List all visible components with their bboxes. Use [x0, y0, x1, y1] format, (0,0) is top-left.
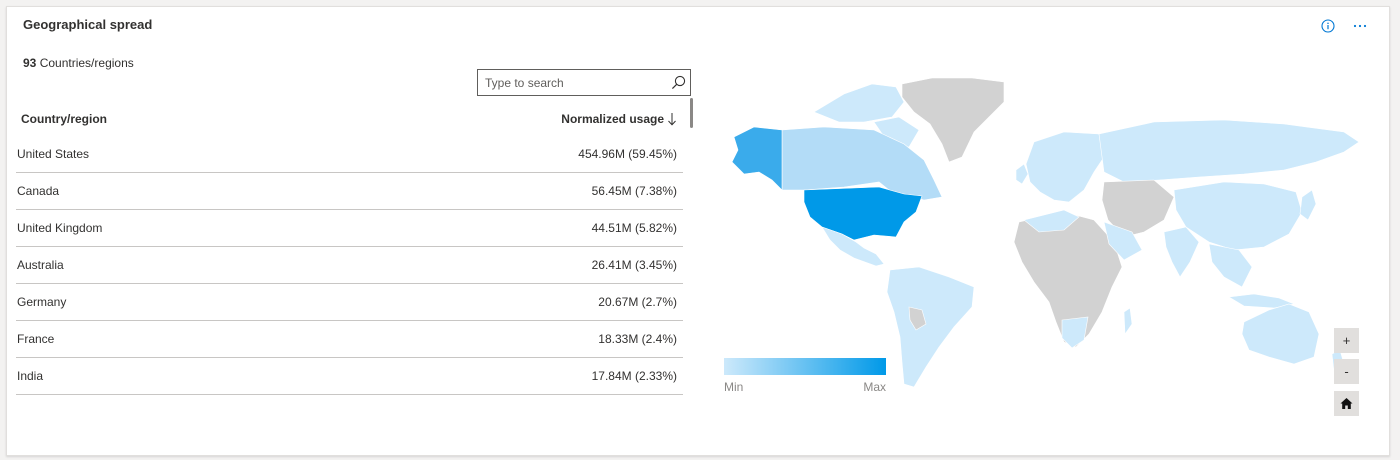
map-region-australia[interactable]	[1241, 303, 1320, 365]
row-usage: 26.41M (3.45%)	[591, 258, 677, 272]
row-usage: 56.45M (7.38%)	[591, 184, 677, 198]
legend-max-label: Max	[863, 380, 886, 394]
arrow-down-icon	[668, 113, 676, 126]
column-header-usage[interactable]: Normalized usage	[561, 112, 677, 126]
legend-gradient	[724, 358, 886, 375]
home-icon	[1340, 398, 1353, 409]
row-usage: 18.33M (2.4%)	[598, 332, 677, 346]
table-body: United States 454.96M (59.45%) Canada 56.45…	[16, 136, 683, 395]
row-usage: 20.67M (2.7%)	[598, 295, 677, 309]
country-usage-table: Country/region Normalized usage United S…	[16, 102, 683, 395]
map-region-arctic-islands[interactable]	[813, 83, 905, 123]
row-country: United Kingdom	[17, 221, 103, 235]
legend-min-label: Min	[724, 380, 744, 394]
search-input[interactable]	[478, 70, 666, 95]
row-usage: 17.84M (2.33%)	[591, 369, 677, 383]
column-header-country[interactable]: Country/region	[21, 112, 107, 126]
row-country: Germany	[17, 295, 67, 309]
countries-count: 93 Countries/regions	[23, 56, 134, 70]
legend-labels: Min Max	[724, 380, 886, 394]
row-country: France	[17, 332, 55, 346]
row-country: Canada	[17, 184, 60, 198]
row-usage: 454.96M (59.45%)	[578, 147, 677, 161]
map-region-south-america[interactable]	[886, 266, 975, 388]
table-row[interactable]: Canada 56.45M (7.38%)	[16, 173, 683, 210]
info-icon[interactable]	[1321, 19, 1335, 33]
countries-count-label: Countries/regions	[39, 56, 134, 70]
countries-count-value: 93	[23, 56, 37, 70]
map-region-southeast-asia[interactable]	[1208, 243, 1253, 288]
header-actions	[1321, 19, 1367, 33]
zoom-home-button[interactable]	[1334, 391, 1359, 416]
row-country: Australia	[17, 258, 64, 272]
map-region-south-africa[interactable]	[1061, 316, 1089, 349]
row-country: United States	[17, 147, 90, 161]
map-region-japan[interactable]	[1299, 189, 1317, 221]
map-region-russia[interactable]	[1098, 119, 1360, 183]
table-row[interactable]: France 18.33M (2.4%)	[16, 321, 683, 358]
table-row[interactable]: United Kingdom 44.51M (5.82%)	[16, 210, 683, 247]
more-horizontal-icon[interactable]	[1353, 19, 1367, 33]
map-region-alaska[interactable]	[731, 126, 783, 191]
map-region-madagascar[interactable]	[1123, 307, 1133, 335]
map-region-united-states[interactable]	[803, 186, 923, 241]
table-row[interactable]: United States 454.96M (59.45%)	[16, 136, 683, 173]
table-row[interactable]: Australia 26.41M (3.45%)	[16, 247, 683, 284]
search-icon[interactable]	[666, 71, 690, 95]
table-header: Country/region Normalized usage	[16, 102, 683, 136]
column-header-usage-label: Normalized usage	[561, 112, 664, 126]
map-region-uk[interactable]	[1015, 163, 1029, 185]
zoom-out-button[interactable]: -	[1334, 359, 1359, 384]
widget-title: Geographical spread	[23, 17, 153, 32]
row-country: India	[17, 369, 44, 383]
map-legend: Min Max	[724, 358, 886, 394]
map-region-europe[interactable]	[1025, 131, 1105, 203]
search-box	[477, 69, 691, 96]
zoom-in-button[interactable]: +	[1334, 328, 1359, 353]
table-scrollbar[interactable]	[690, 98, 693, 128]
row-usage: 44.51M (5.82%)	[591, 221, 677, 235]
map-region-greenland[interactable]	[901, 77, 1005, 163]
table-row[interactable]: Germany 20.67M (2.7%)	[16, 284, 683, 321]
table-row[interactable]: India 17.84M (2.33%)	[16, 358, 683, 395]
map-region-india[interactable]	[1163, 226, 1200, 278]
